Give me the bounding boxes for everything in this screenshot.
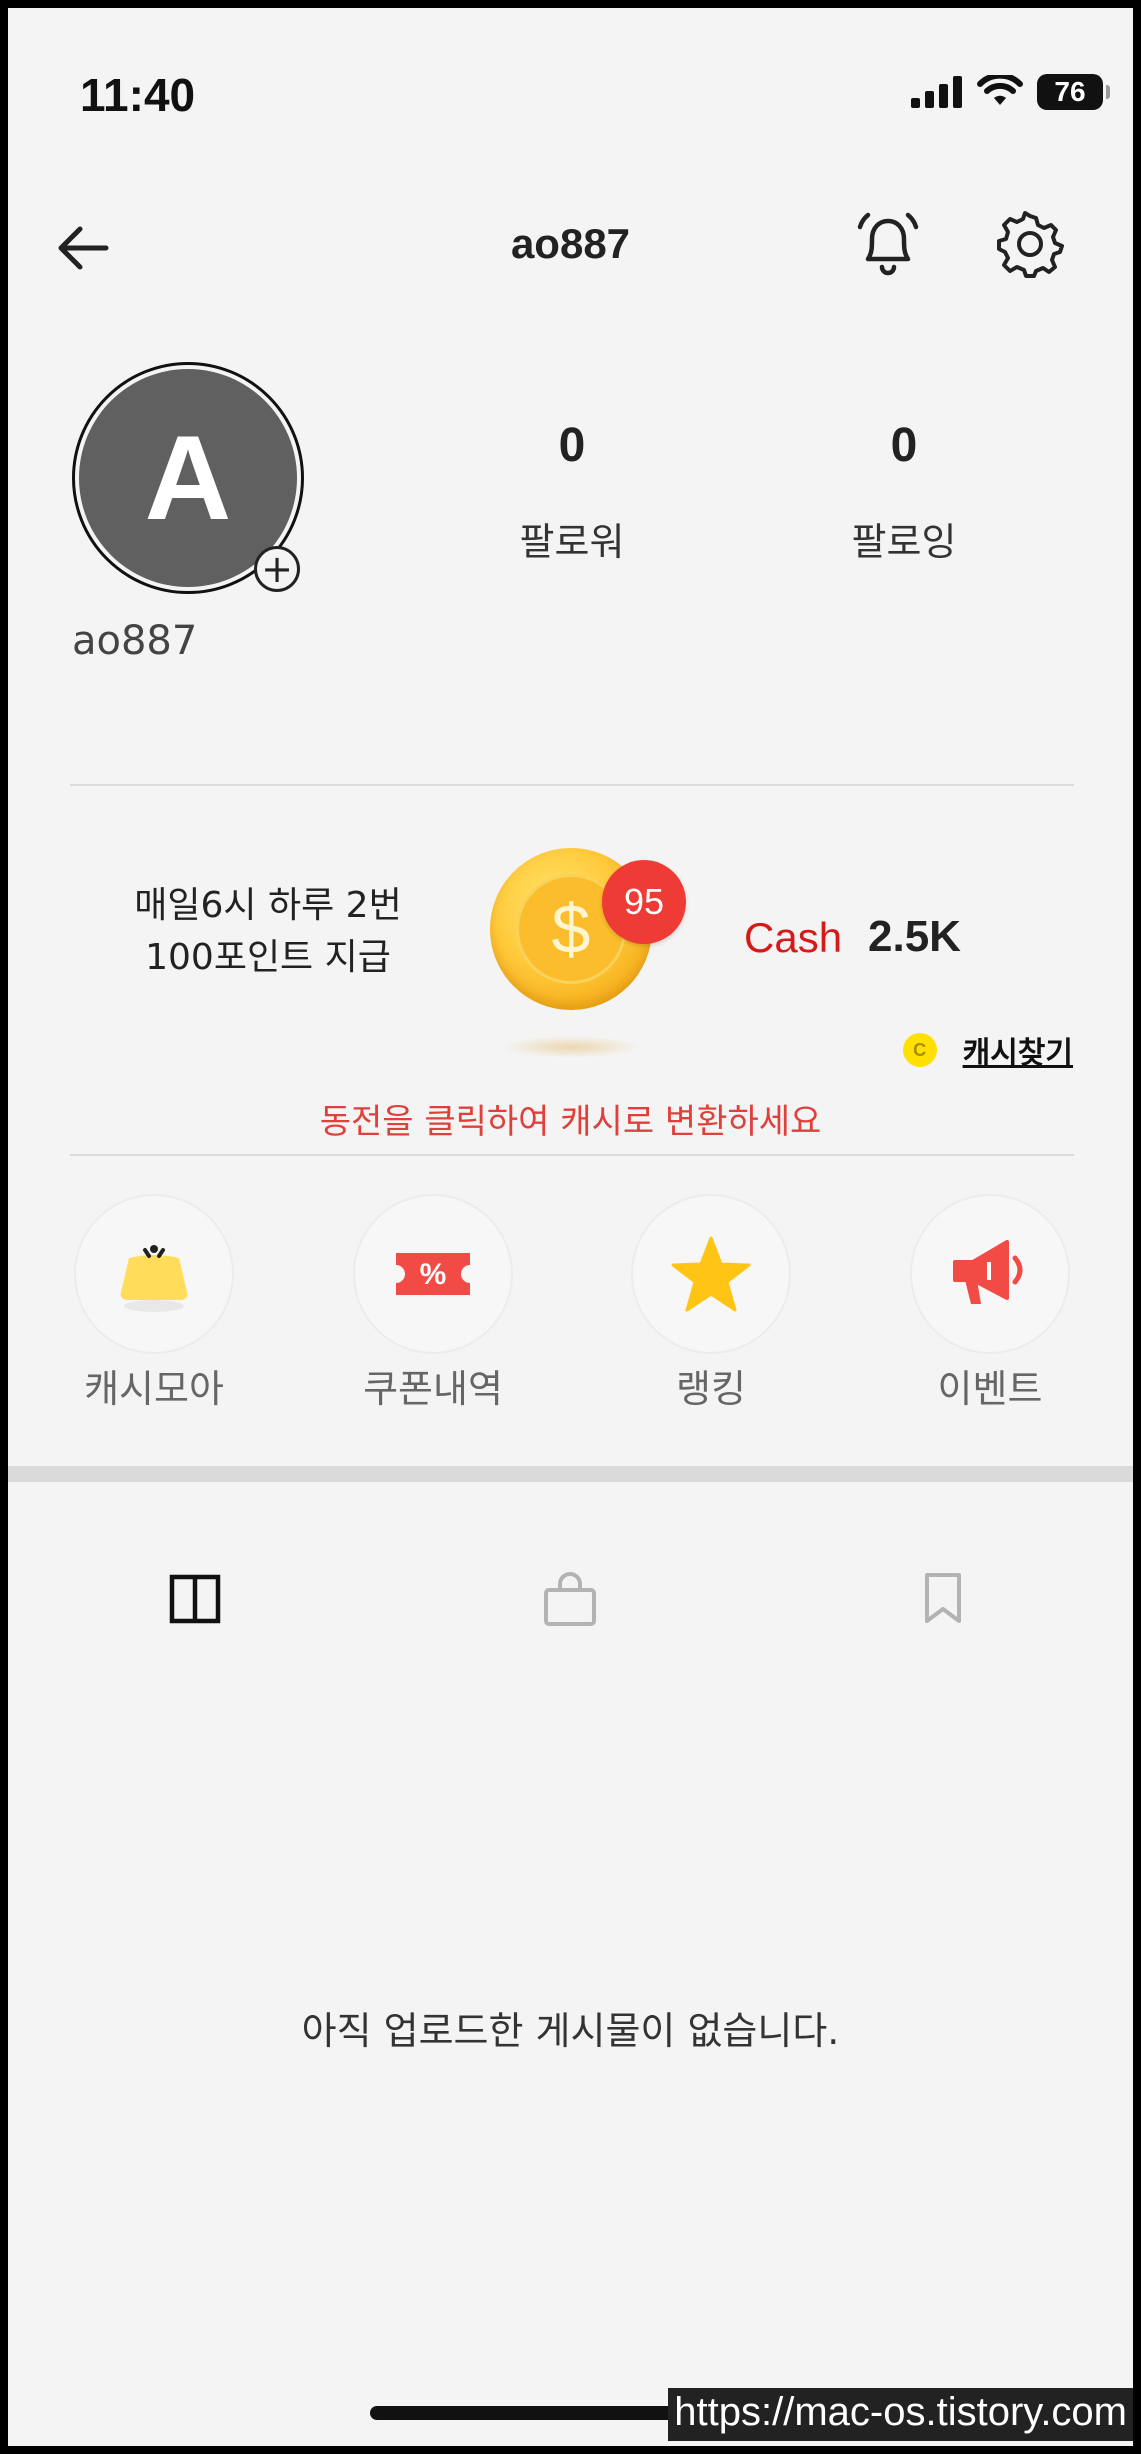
coin-shadow bbox=[501, 1036, 641, 1058]
followers-count: 0 bbox=[558, 419, 586, 472]
notification-button[interactable] bbox=[850, 206, 926, 282]
cash-label: Cash bbox=[744, 914, 843, 961]
quick-menu-label: 랭킹 bbox=[676, 1367, 746, 1411]
cellular-signal-icon bbox=[911, 76, 962, 108]
following-label: 팔로잉 bbox=[851, 520, 957, 564]
shopping-bag-icon bbox=[544, 1572, 596, 1626]
promo-line-1: 매일6시 하루 2번 bbox=[134, 885, 402, 926]
star-icon bbox=[671, 1236, 751, 1312]
plus-icon: + bbox=[261, 547, 293, 591]
settings-button[interactable] bbox=[992, 206, 1068, 282]
quick-menu-label: 캐시모아 bbox=[84, 1367, 224, 1411]
tab-shop[interactable] bbox=[535, 1564, 605, 1634]
cash-balance: 2.5K bbox=[868, 912, 961, 961]
empty-posts-message: 아직 업로드한 게시물이 없습니다. bbox=[301, 2009, 840, 2053]
tab-posts[interactable] bbox=[160, 1564, 230, 1634]
screen: 11:40 76 ao887 A + ao887 0 팔로워 0 팔로잉 매일6… bbox=[8, 8, 1133, 2446]
wifi-icon bbox=[977, 75, 1023, 105]
add-photo-button[interactable]: + bbox=[254, 546, 300, 592]
section-separator bbox=[8, 1466, 1133, 1482]
followers-label: 팔로워 bbox=[519, 520, 625, 564]
divider bbox=[70, 1154, 1074, 1156]
divider bbox=[70, 784, 1074, 786]
following-count: 0 bbox=[890, 419, 918, 472]
find-cash-link[interactable]: C 캐시찾기 bbox=[902, 1028, 1073, 1072]
status-time: 11:40 bbox=[80, 69, 196, 121]
coin-count-badge: 95 bbox=[602, 860, 686, 944]
promo-line-2: 100포인트 지급 bbox=[145, 937, 391, 978]
gear-icon bbox=[997, 211, 1064, 278]
watermark: https://mac-os.tistory.com bbox=[668, 2388, 1133, 2441]
daily-points-promo: 매일6시 하루 2번 100포인트 지급 bbox=[88, 880, 448, 984]
username: ao887 bbox=[72, 618, 198, 664]
megaphone-icon bbox=[953, 1240, 1023, 1304]
cash-coin-icon: C bbox=[902, 1033, 937, 1067]
coupon-icon: % bbox=[396, 1253, 470, 1295]
quick-menu-label: 쿠폰내역 bbox=[363, 1367, 503, 1411]
status-icons: 76 bbox=[911, 70, 1110, 114]
quick-menu-coupons[interactable]: % 쿠폰내역 bbox=[348, 1194, 518, 1413]
quick-menu-cash-collect[interactable]: 캐시모아 bbox=[69, 1194, 239, 1413]
followers-stat[interactable]: 0 팔로워 bbox=[452, 418, 692, 566]
coin-button[interactable]: $ 95 bbox=[486, 844, 686, 1074]
quick-menu-ranking[interactable]: 랭킹 bbox=[626, 1194, 796, 1413]
tab-saved[interactable] bbox=[908, 1564, 978, 1634]
wallet-icon bbox=[120, 1245, 188, 1312]
convert-hint: 동전을 클릭하여 캐시로 변환하세요 bbox=[319, 1102, 822, 1142]
grid-icon bbox=[169, 1574, 221, 1624]
quick-menu-label: 이벤트 bbox=[937, 1367, 1043, 1411]
find-cash-label: 캐시찾기 bbox=[962, 1036, 1073, 1071]
bookmark-icon bbox=[925, 1573, 961, 1623]
bell-icon bbox=[857, 212, 919, 276]
following-stat[interactable]: 0 팔로잉 bbox=[784, 418, 1024, 566]
quick-menu-events[interactable]: 이벤트 bbox=[905, 1194, 1075, 1413]
page-title: ao887 bbox=[510, 220, 631, 267]
battery-indicator: 76 bbox=[1037, 74, 1110, 110]
coupon-glyph: % bbox=[420, 1258, 447, 1291]
